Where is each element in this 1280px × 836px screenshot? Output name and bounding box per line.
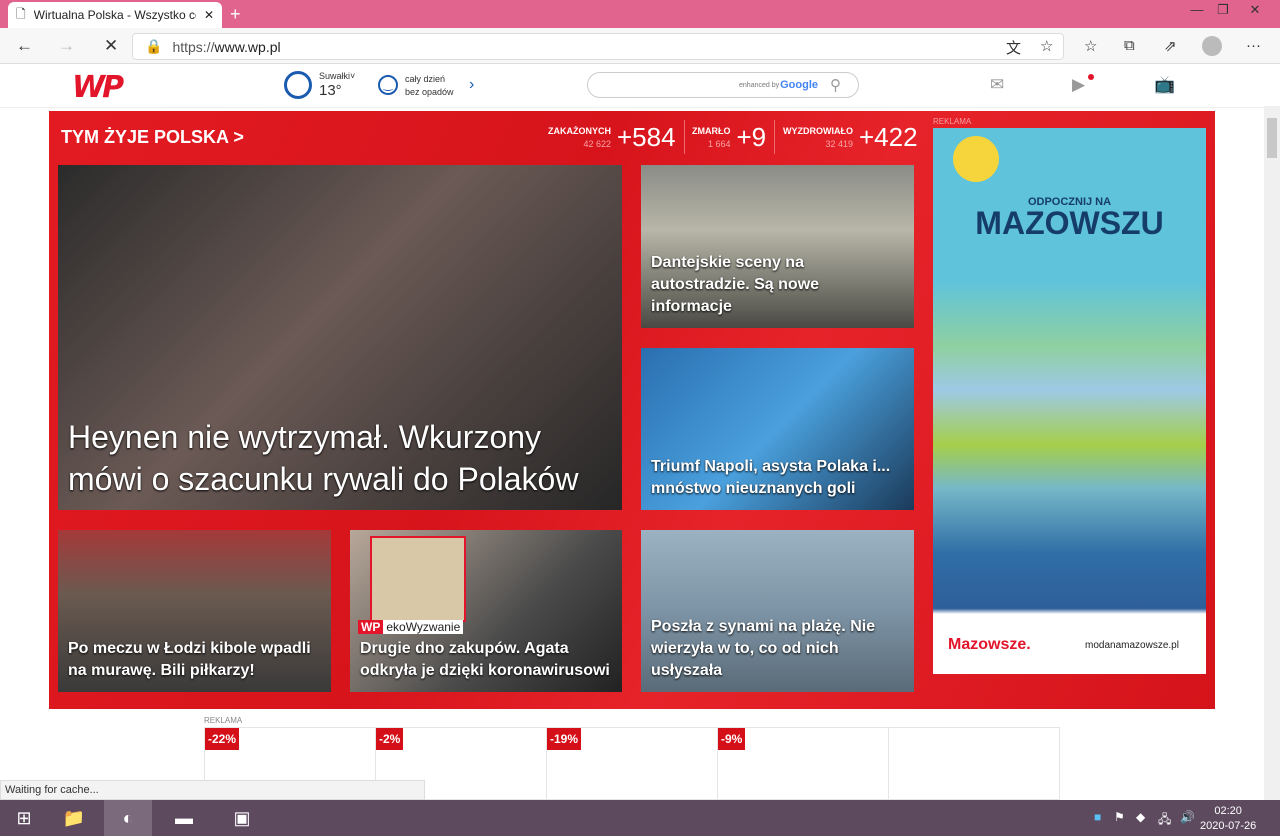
status-bar: Waiting for cache...: [0, 780, 425, 800]
page-icon: 🗋: [16, 6, 26, 21]
stat-infected: ZAKAŻONYCH 42 622 +584: [548, 122, 676, 152]
notification-dot: [1088, 74, 1094, 80]
tray-square-icon[interactable]: ■: [1094, 810, 1101, 824]
new-tab-button[interactable]: +: [230, 4, 241, 25]
forecast: cały dzień bez opadów: [405, 74, 454, 97]
news-tile-main[interactable]: Heynen nie wytrzymał. Wkurzony mówi o sz…: [58, 165, 622, 510]
author-photo: [370, 536, 466, 622]
tab-title: Wirtualna Polska - Wszystko co w: [33, 8, 196, 22]
network-icon[interactable]: 🖧: [1158, 810, 1171, 831]
divider: [684, 120, 685, 154]
clock[interactable]: 02:20 2020-07-26: [1200, 804, 1256, 834]
product-card[interactable]: -9%: [718, 728, 889, 799]
terminal-icon[interactable]: ▬: [160, 800, 208, 836]
ad-headline-2: MAZOWSZU: [975, 205, 1164, 241]
maximize-button[interactable]: ❐: [1208, 2, 1238, 18]
discount-badge: -22%: [205, 728, 240, 750]
smile-icon: ‿: [378, 75, 398, 95]
forward-button[interactable]: →: [58, 36, 75, 56]
virtualbox-icon[interactable]: ◆: [1136, 810, 1145, 824]
favorites-icon[interactable]: ☆: [1084, 37, 1097, 55]
tv-icon[interactable]: 📺: [1154, 75, 1175, 95]
url-prefix: https://: [172, 38, 215, 55]
collections-icon[interactable]: ⧉: [1124, 37, 1135, 54]
search-icon[interactable]: ⚲: [830, 76, 841, 94]
monitor-app-icon[interactable]: ▣: [218, 800, 266, 836]
ad-label: REKLAMA: [204, 716, 243, 725]
profile-avatar[interactable]: [1202, 36, 1222, 56]
stat-deaths: ZMARŁO 1 664 +9: [692, 122, 767, 152]
volume-icon[interactable]: 🔊: [1180, 810, 1195, 824]
eko-badge: WP ekoWyzwanie: [358, 620, 464, 634]
product-card[interactable]: -19%: [547, 728, 718, 799]
start-button[interactable]: ⊞: [0, 800, 48, 836]
ad-url: modanamazowsze.pl: [1085, 640, 1179, 651]
discount-badge: -19%: [547, 728, 582, 750]
browser-tab[interactable]: 🗋 Wirtualna Polska - Wszystko co w ✕: [8, 2, 222, 28]
divider: [774, 120, 775, 154]
moon-icon: [284, 71, 312, 99]
wp-logo[interactable]: WP: [72, 70, 124, 105]
action-center-flag-icon[interactable]: ⚑: [1114, 810, 1125, 824]
file-explorer-icon[interactable]: 📁: [50, 800, 98, 836]
chevron-right-icon[interactable]: ›: [469, 76, 474, 94]
news-tile[interactable]: Dantejskie sceny na autostradzie. Są now…: [641, 165, 914, 328]
edge-icon[interactable]: ◐: [104, 800, 152, 836]
news-tile[interactable]: Triumf Napoli, asysta Polaka i... mnóstw…: [641, 348, 914, 510]
discount-badge: -2%: [376, 728, 404, 750]
stop-button[interactable]: ✕: [104, 36, 118, 56]
scrollbar-thumb[interactable]: [1267, 118, 1277, 158]
sun-illustration: [953, 136, 999, 182]
news-tile[interactable]: Po meczu w Łodzi kibole wpadli na murawę…: [58, 530, 331, 692]
share-icon[interactable]: ⇗: [1164, 37, 1177, 55]
url-input[interactable]: 🔒 https://www.wp.pl: [132, 33, 1064, 60]
news-tile[interactable]: Poszła z synami na plażę. Nie wierzyła w…: [641, 530, 914, 692]
section-title[interactable]: TYM ŻYJE POLSKA >: [61, 127, 244, 148]
favorite-star-icon[interactable]: ☆: [1040, 37, 1053, 55]
product-card[interactable]: [889, 728, 1059, 799]
temperature: 13°: [319, 82, 342, 99]
scrollbar[interactable]: [1264, 106, 1280, 800]
weather-city[interactable]: Suwałki˅: [319, 71, 355, 81]
more-menu-icon[interactable]: ···: [1246, 37, 1261, 54]
close-tab-icon[interactable]: ✕: [204, 8, 214, 22]
stat-recovered: WYZDROWIAŁO 32 419 +422: [783, 122, 918, 152]
ad-label: REKLAMA: [933, 117, 972, 126]
mazowsze-logo: Mazowsze.: [948, 636, 1031, 653]
lock-icon: 🔒: [145, 38, 163, 54]
url-host: www.wp.pl: [214, 38, 281, 55]
mail-icon[interactable]: ✉: [990, 75, 1004, 95]
back-button[interactable]: ←: [16, 36, 33, 56]
translate-icon[interactable]: ⽂: [1006, 37, 1021, 58]
search-input[interactable]: enhanced by Google: [587, 72, 859, 98]
video-icon[interactable]: ▶: [1072, 75, 1085, 95]
close-window-button[interactable]: ✕: [1240, 2, 1270, 18]
discount-badge: -9%: [718, 728, 746, 750]
